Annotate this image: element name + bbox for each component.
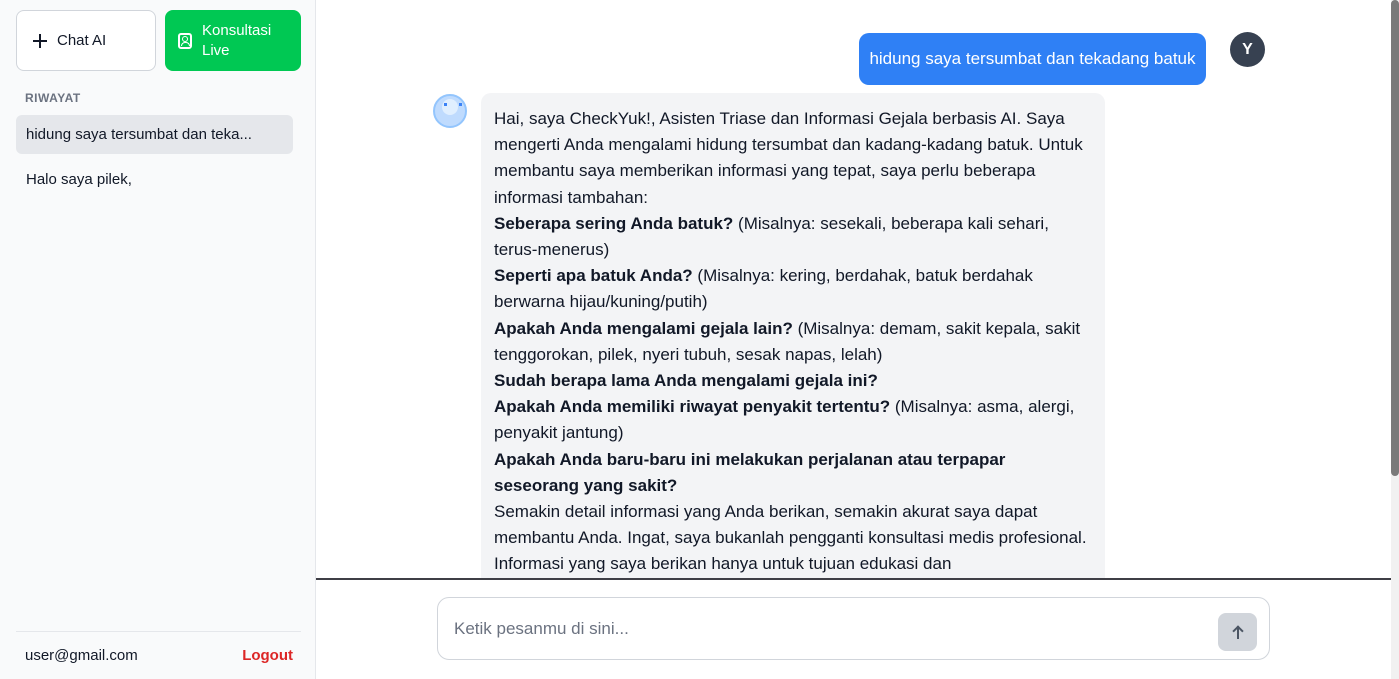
scrollbar-thumb[interactable] <box>1391 0 1399 476</box>
logout-button[interactable]: Logout <box>242 647 293 664</box>
question-bold: Apakah Anda memiliki riwayat penyakit te… <box>494 397 891 417</box>
history-item[interactable]: hidung saya tersumbat dan teka... <box>16 115 293 154</box>
bot-closing: Semakin detail informasi yang Anda berik… <box>494 502 1087 574</box>
live-consultation-label: Konsultasi Live <box>202 21 272 59</box>
arrow-up-icon <box>1232 625 1244 639</box>
input-divider <box>316 578 1391 580</box>
history-item[interactable]: Halo saya pilek, <box>16 160 293 199</box>
new-chat-label: Chat AI <box>57 32 107 49</box>
question-bold: Apakah Anda mengalami gejala lain? <box>494 318 793 338</box>
bot-question: Apakah Anda mengalami gejala lain? (Misa… <box>494 316 1092 368</box>
sidebar-footer: user@gmail.com Logout <box>16 631 301 679</box>
bot-message-bubble: Hai, saya CheckYuk!, Asisten Triase dan … <box>481 93 1105 578</box>
bot-question: Seperti apa batuk Anda? (Misalnya: kerin… <box>494 263 1092 315</box>
bot-intro: Hai, saya CheckYuk!, Asisten Triase dan … <box>494 109 1083 207</box>
bot-avatar-icon <box>433 94 467 128</box>
new-chat-button[interactable]: Chat AI <box>16 10 156 71</box>
user-message-bubble: hidung saya tersumbat dan tekadang batuk <box>859 33 1206 85</box>
user-email: user@gmail.com <box>25 647 138 664</box>
plus-icon <box>33 33 47 48</box>
app-root: Chat AI Konsultasi Live RIWAYAT hidung s… <box>0 0 1399 679</box>
bot-question: Apakah Anda memiliki riwayat penyakit te… <box>494 394 1092 446</box>
message-list[interactable]: hidung saya tersumbat dan tekadang batuk… <box>316 0 1391 578</box>
bot-question: Seberapa sering Anda batuk? (Misalnya: s… <box>494 211 1092 263</box>
question-bold: Seperti apa batuk Anda? <box>494 266 693 286</box>
bot-question: Sudah berapa lama Anda mengalami gejala … <box>494 368 1092 394</box>
message-composer <box>437 597 1270 660</box>
question-bold: Sudah berapa lama Anda mengalami gejala … <box>494 371 878 391</box>
user-avatar: Y <box>1230 32 1265 67</box>
scrollbar[interactable] <box>1391 0 1399 679</box>
live-consultation-button[interactable]: Konsultasi Live <box>165 10 301 71</box>
message-input[interactable] <box>454 618 1194 640</box>
chat-main: hidung saya tersumbat dan tekadang batuk… <box>316 0 1399 679</box>
question-bold: Seberapa sering Anda batuk? <box>494 213 734 233</box>
history-section-title: RIWAYAT <box>25 91 81 105</box>
sidebar: Chat AI Konsultasi Live RIWAYAT hidung s… <box>0 0 316 679</box>
send-button[interactable] <box>1218 613 1257 651</box>
contact-badge-icon <box>178 32 192 49</box>
question-bold: Apakah Anda baru-baru ini melakukan perj… <box>494 449 1006 495</box>
bot-question: Apakah Anda baru-baru ini melakukan perj… <box>494 447 1092 499</box>
